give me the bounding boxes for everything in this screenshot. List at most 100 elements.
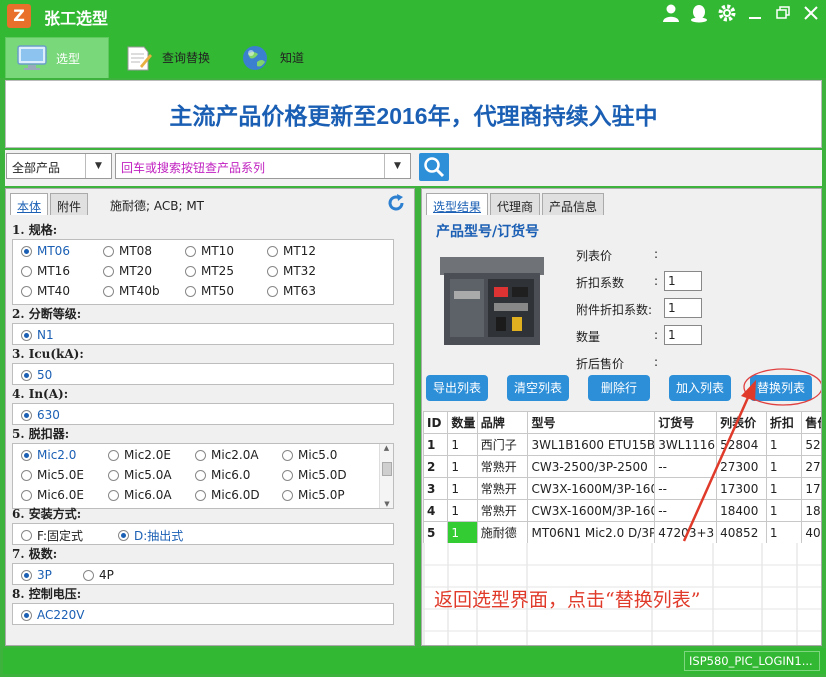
table-row[interactable]: 11西门子3WL1B1600 ETU15B3WL11165280415280 — [422, 433, 821, 456]
product-search-input[interactable]: 回车或搜索按钮查产品系列 ▼ — [115, 153, 411, 179]
table-cell[interactable]: 3WL1B1600 ETU15B — [527, 433, 656, 456]
table-cell[interactable]: 1 — [765, 433, 803, 456]
accessory-discount-input[interactable]: 1 — [664, 298, 702, 318]
radio-option[interactable]: MT06 — [21, 241, 70, 261]
table-header-cell[interactable]: 品牌 — [476, 411, 529, 434]
tab-selection-result[interactable]: 选型结果 — [426, 193, 489, 215]
radio-button-icon[interactable] — [21, 449, 32, 461]
radio-button-icon[interactable] — [185, 285, 196, 297]
table-cell[interactable]: 4085 — [801, 521, 821, 544]
radio-button-icon[interactable] — [21, 265, 32, 277]
radio-button-icon[interactable] — [185, 265, 196, 277]
table-cell[interactable]: 52804 — [716, 433, 767, 456]
table-cell[interactable]: -- — [654, 477, 718, 500]
radio-option[interactable]: 4P — [83, 565, 114, 585]
radio-button-icon[interactable] — [21, 409, 32, 421]
radio-option[interactable]: MT40 — [21, 281, 70, 301]
table-cell[interactable]: 27300 — [716, 455, 767, 478]
table-cell[interactable]: 1 — [765, 521, 803, 544]
radio-button-icon[interactable] — [108, 449, 119, 461]
qq-icon[interactable] — [688, 3, 710, 25]
minimize-icon[interactable] — [744, 3, 766, 25]
quantity-input[interactable]: 1 — [664, 325, 702, 345]
table-cell[interactable]: 1 — [765, 477, 803, 500]
table-cell[interactable]: 17300 — [716, 477, 767, 500]
table-cell[interactable]: 常熟开 — [476, 499, 529, 522]
table-cell[interactable]: 1730 — [801, 477, 821, 500]
radio-option[interactable]: Mic6.0E — [21, 485, 84, 505]
radio-button-icon[interactable] — [21, 285, 32, 297]
table-cell[interactable]: CW3-2500/3P-2500 — [527, 455, 656, 478]
table-cell[interactable]: MT06N1 Mic2.0 D/3P — [527, 521, 656, 544]
restore-icon[interactable] — [772, 3, 794, 25]
table-cell[interactable]: 5280 — [801, 433, 821, 456]
radio-button-icon[interactable] — [83, 569, 94, 581]
settings-gear-icon[interactable] — [716, 3, 738, 25]
radio-button-icon[interactable] — [21, 329, 32, 341]
radio-option[interactable]: 3P — [21, 565, 52, 585]
radio-button-icon[interactable] — [267, 285, 278, 297]
radio-button-icon[interactable] — [21, 489, 32, 501]
radio-button-icon[interactable] — [21, 609, 32, 621]
nav-tab-query-replace[interactable]: 查询替换 — [112, 37, 222, 78]
radio-button-icon[interactable] — [103, 245, 114, 257]
table-cell[interactable]: 4 — [422, 499, 449, 522]
nav-tab-knowledge[interactable]: 知道 — [230, 37, 320, 78]
chevron-down-icon[interactable]: ▼ — [85, 154, 111, 178]
radio-button-icon[interactable] — [21, 569, 32, 581]
refresh-icon[interactable] — [386, 193, 406, 218]
radio-option[interactable]: MT40b — [103, 281, 160, 301]
table-cell[interactable]: 1 — [447, 455, 478, 478]
table-cell[interactable]: 1 — [765, 455, 803, 478]
table-header-cell[interactable]: 订货号 — [654, 411, 718, 434]
table-cell[interactable]: 1840 — [801, 499, 821, 522]
table-cell[interactable]: 3WL1116 — [654, 433, 718, 456]
radio-option[interactable]: Mic2.0A — [195, 445, 259, 465]
radio-option[interactable]: Mic6.0D — [195, 485, 260, 505]
table-row[interactable]: 21常熟开CW3-2500/3P-2500--2730012730 — [422, 455, 821, 478]
table-cell[interactable]: 常熟开 — [476, 455, 529, 478]
scroll-up-icon[interactable]: ▲ — [380, 444, 393, 452]
radio-button-icon[interactable] — [21, 469, 32, 481]
radio-button-icon[interactable] — [282, 469, 293, 481]
radio-option[interactable]: 630 — [21, 405, 60, 425]
nav-tab-selection[interactable]: 选型 — [5, 37, 109, 78]
radio-button-icon[interactable] — [118, 529, 129, 541]
discount-input[interactable]: 1 — [664, 271, 702, 291]
add-to-list-button[interactable]: 加入列表 — [669, 375, 731, 401]
table-cell[interactable]: 2 — [422, 455, 449, 478]
table-row[interactable]: 31常熟开CW3X-1600M/3P-160--1730011730 — [422, 477, 821, 500]
table-cell[interactable]: 1 — [447, 477, 478, 500]
table-cell[interactable]: 40852 — [716, 521, 767, 544]
scrollbar[interactable]: ▲ ▼ — [379, 444, 393, 508]
radio-option[interactable]: Mic2.0E — [108, 445, 171, 465]
radio-option[interactable]: Mic5.0D — [282, 465, 347, 485]
export-list-button[interactable]: 导出列表 — [426, 375, 488, 401]
delete-row-button[interactable]: 删除行 — [588, 375, 650, 401]
table-header-cell[interactable]: 型号 — [527, 411, 656, 434]
radio-button-icon[interactable] — [21, 529, 32, 541]
table-cell[interactable]: 施耐德 — [476, 521, 529, 544]
table-cell[interactable]: CW3X-1600M/3P-160 — [527, 499, 656, 522]
radio-button-icon[interactable] — [103, 285, 114, 297]
radio-button-icon[interactable] — [185, 245, 196, 257]
radio-option[interactable]: Mic2.0 — [21, 445, 76, 465]
radio-option[interactable]: MT10 — [185, 241, 234, 261]
close-icon[interactable] — [800, 3, 822, 25]
radio-option[interactable]: Mic5.0A — [108, 465, 172, 485]
table-cell[interactable]: 5 — [422, 521, 449, 544]
radio-option[interactable]: 50 — [21, 365, 52, 385]
table-cell[interactable]: 47203+3 — [654, 521, 718, 544]
tab-agents[interactable]: 代理商 — [490, 193, 541, 215]
table-cell[interactable]: 常熟开 — [476, 477, 529, 500]
radio-button-icon[interactable] — [108, 469, 119, 481]
table-cell[interactable]: -- — [654, 499, 718, 522]
user-icon[interactable] — [660, 3, 682, 25]
category-select[interactable]: 全部产品 ▼ — [6, 153, 112, 179]
table-cell[interactable]: 3 — [422, 477, 449, 500]
table-cell[interactable]: 2730 — [801, 455, 821, 478]
radio-option[interactable]: Mic6.0A — [108, 485, 172, 505]
radio-option[interactable]: MT63 — [267, 281, 316, 301]
replace-list-button[interactable]: 替换列表 — [750, 375, 812, 401]
table-cell[interactable]: CW3X-1600M/3P-160 — [527, 477, 656, 500]
